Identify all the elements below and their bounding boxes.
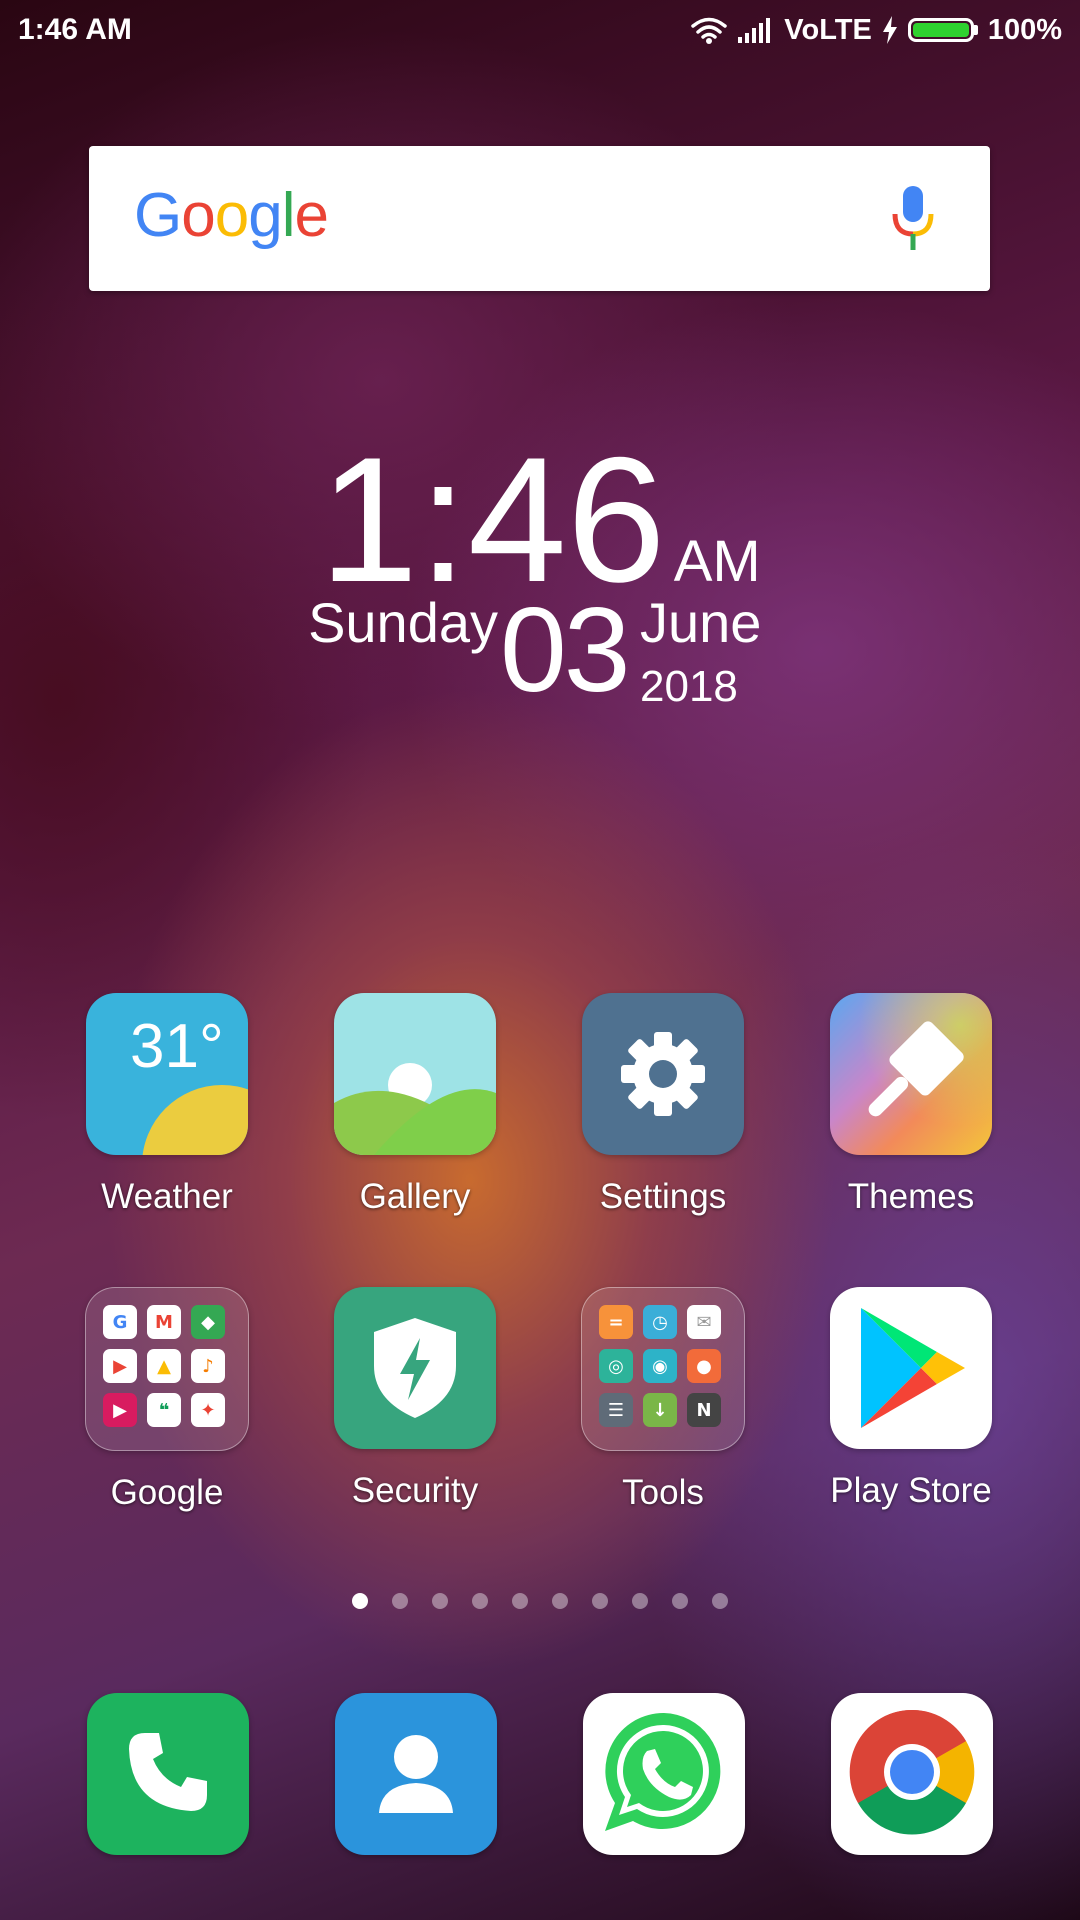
weather-temperature: 31° (130, 1012, 224, 1081)
folder-google[interactable]: G M ◆ ▶ ▲ ♪ ▶ ❝ ✦ Google (42, 1287, 292, 1513)
app-settings[interactable]: Settings (538, 993, 788, 1217)
page-dot[interactable] (432, 1593, 448, 1609)
dock-contacts[interactable] (335, 1693, 497, 1855)
paintbrush-icon (830, 993, 992, 1155)
app-label: Tools (622, 1473, 704, 1512)
app-label: Security (351, 1471, 479, 1510)
folder-tools[interactable]: = ◷ ✉ ◎ ◉ ● ☰ ↓ N Tools (538, 1287, 788, 1513)
page-dot[interactable] (352, 1593, 368, 1609)
status-time: 1:46 AM (18, 13, 132, 46)
google-logo-letter: e (294, 181, 328, 250)
app-security[interactable]: Security (290, 1287, 540, 1511)
app-label: Settings (599, 1177, 727, 1216)
dock-chrome[interactable] (831, 1693, 993, 1855)
app-label: Gallery (359, 1177, 471, 1216)
whatsapp-icon (599, 1707, 729, 1842)
folder-icon: G M ◆ ▶ ▲ ♪ ▶ ❝ ✦ (85, 1287, 249, 1451)
google-app-icon: G (103, 1305, 137, 1339)
photos-icon: ✦ (191, 1393, 225, 1427)
dock-whatsapp[interactable] (583, 1693, 745, 1855)
app-label: Weather (101, 1177, 233, 1216)
weather-icon: 31° (86, 993, 248, 1155)
recorder-icon: ● (687, 1349, 721, 1383)
dock-phone[interactable] (87, 1693, 249, 1855)
app-label: Themes (847, 1177, 975, 1216)
google-logo-letter: g (248, 181, 282, 250)
date-weekday: Sunday (308, 591, 498, 654)
mic-icon[interactable] (891, 186, 935, 255)
play-store-icon (830, 1287, 992, 1449)
network-type: VoLTE (784, 13, 872, 46)
page-indicator[interactable] (0, 1593, 1080, 1609)
app-label: Play Store (830, 1471, 992, 1510)
signal-icon (738, 17, 774, 43)
gear-icon (582, 993, 744, 1155)
clock-ampm: AM (673, 529, 761, 594)
app-weather[interactable]: 31° Weather (42, 993, 292, 1217)
page-dot[interactable] (552, 1593, 568, 1609)
charging-icon (882, 16, 898, 44)
google-search-bar[interactable]: Google (89, 146, 990, 291)
wifi-icon (690, 15, 728, 45)
app-themes[interactable]: Themes (786, 993, 1036, 1217)
radio-icon: ◎ (599, 1349, 633, 1383)
google-logo: Google (134, 176, 329, 256)
google-logo-letter: o (181, 181, 215, 250)
chrome-icon (847, 1707, 977, 1842)
app-gallery[interactable]: Gallery (290, 993, 540, 1217)
page-dot[interactable] (592, 1593, 608, 1609)
date-month: June (640, 591, 762, 654)
scanner-icon: ☰ (599, 1393, 633, 1427)
app-label: Google (110, 1473, 224, 1512)
battery-icon (907, 18, 978, 42)
page-dot[interactable] (512, 1593, 528, 1609)
battery-percent: 100% (987, 13, 1062, 46)
play-movies-icon: ▶ (103, 1393, 137, 1427)
notes-icon: = (599, 1305, 633, 1339)
date-day: 03 (500, 583, 630, 717)
youtube-icon: ▶ (103, 1349, 137, 1383)
phone-icon (123, 1727, 213, 1822)
page-dot[interactable] (392, 1593, 408, 1609)
play-music-icon: ♪ (191, 1349, 225, 1383)
mail-icon: ✉ (687, 1305, 721, 1339)
app-play-store[interactable]: Play Store (786, 1287, 1036, 1511)
google-logo-letter: G (134, 181, 182, 250)
page-dot[interactable] (472, 1593, 488, 1609)
downloads-icon: ↓ (643, 1393, 677, 1427)
gmail-icon: M (147, 1305, 181, 1339)
page-dot[interactable] (672, 1593, 688, 1609)
shield-icon (334, 1287, 496, 1449)
drive-icon: ▲ (147, 1349, 181, 1383)
page-dot[interactable] (712, 1593, 728, 1609)
google-logo-letter: l (281, 181, 296, 250)
status-icons: VoLTE 100% (690, 10, 1062, 50)
page-dot[interactable] (632, 1593, 648, 1609)
date-year: 2018 (640, 662, 738, 711)
status-bar: 1:46 AM VoLTE 100% (0, 0, 1080, 60)
camera-icon: ◉ (643, 1349, 677, 1383)
hangouts-icon: ❝ (147, 1393, 181, 1427)
gallery-icon (334, 993, 496, 1155)
notification-icon: N (687, 1393, 721, 1427)
maps-icon: ◆ (191, 1305, 225, 1339)
google-logo-letter: o (214, 181, 249, 250)
folder-icon: = ◷ ✉ ◎ ◉ ● ☰ ↓ N (581, 1287, 745, 1451)
contacts-icon (371, 1727, 461, 1822)
compass-icon: ◷ (643, 1305, 677, 1339)
